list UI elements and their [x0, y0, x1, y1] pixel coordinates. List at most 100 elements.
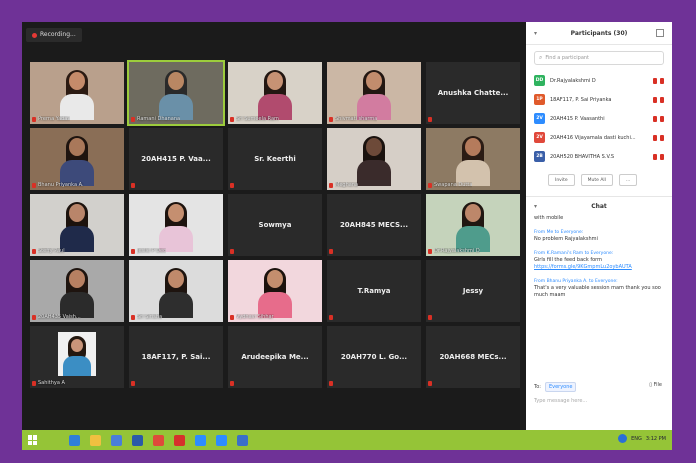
participant-row[interactable]: 2V 20AH415 P. Vaasanthi	[526, 109, 672, 128]
video-tile[interactable]: Bhanu Priyanka A.	[30, 128, 124, 190]
video-tile[interactable]: 18AF117, P. Sai...	[129, 326, 223, 388]
video-off-icon	[660, 134, 664, 141]
chat-link[interactable]: https://forms.gle/9KGmpmLu2oybAUTA	[534, 264, 664, 271]
participant-row-name: 18AF117, P. Sai Priyanka	[550, 96, 612, 103]
system-tray: ENG 3:12 PM	[618, 434, 666, 443]
recording-indicator[interactable]: Recording...	[26, 28, 82, 42]
language-indicator[interactable]: ENG	[631, 436, 642, 442]
chrome-icon[interactable]	[153, 434, 164, 446]
edge-icon[interactable]	[69, 434, 80, 446]
participant-search-field[interactable]: ⌕ Find a participant	[534, 51, 664, 65]
video-tile[interactable]: Dr.Rajyalakshmi D	[426, 194, 520, 256]
chat-sender: From Bhanu Priyanka A. to Everyone:	[534, 279, 618, 284]
participant-video	[357, 136, 391, 186]
video-tile[interactable]: Sowmya	[228, 194, 322, 256]
video-tile[interactable]: Vydhavi Sihhar	[228, 260, 322, 322]
muted-mic-icon	[329, 315, 333, 320]
participant-name: Sri Sirisha	[137, 314, 163, 320]
video-off-icon	[660, 115, 664, 122]
participant-name: Ramani Dhanana	[137, 116, 181, 122]
participant-name: Meghana	[335, 182, 359, 188]
video-tile[interactable]: 20AH668 MECs...	[426, 326, 520, 388]
participant-video	[60, 136, 94, 186]
muted-mic-icon	[131, 249, 135, 254]
muted-mic-icon	[32, 249, 36, 254]
muted-mic-icon	[653, 134, 657, 141]
status-icons	[653, 134, 664, 141]
chat-text: with mobile	[534, 215, 564, 221]
popout-icon[interactable]	[656, 29, 664, 37]
muted-mic-icon	[230, 183, 234, 188]
participant-name: Sri Sumeela Ram	[236, 116, 279, 122]
muted-mic-icon	[329, 249, 333, 254]
video-tile[interactable]: Jeslie P Deo	[129, 194, 223, 256]
zoom-meetings-icon[interactable]	[195, 434, 206, 446]
status-icons	[653, 115, 664, 122]
chat-input[interactable]: Type message here...	[534, 398, 662, 404]
clock[interactable]: 3:12 PM	[646, 436, 666, 442]
recipient-select[interactable]: Everyone	[544, 382, 577, 392]
mute-all-button[interactable]: Mute All	[580, 174, 613, 186]
video-tile[interactable]: Sri Sumeela Ram	[228, 62, 322, 124]
chat-collapse-chevron-icon[interactable]: ▾	[534, 203, 537, 210]
profile-photo	[58, 332, 96, 376]
store-icon[interactable]	[111, 434, 122, 446]
muted-mic-icon	[230, 117, 234, 122]
file-label: File	[653, 382, 662, 388]
help-icon[interactable]	[618, 434, 628, 443]
video-tile[interactable]: T.Ramya	[327, 260, 421, 322]
participant-name: Sr. Keerthi	[254, 155, 296, 163]
zoom-app-icon[interactable]	[216, 434, 227, 446]
participant-row[interactable]: DD Dr.Rajyalakshmi D	[526, 71, 672, 90]
collapse-chevron-icon[interactable]: ▾	[534, 30, 537, 37]
video-tile[interactable]: Sahithya A	[30, 326, 124, 388]
participant-actions: Invite Mute All ...	[526, 166, 672, 194]
word-icon[interactable]	[132, 434, 143, 446]
to-label: To:	[534, 384, 541, 390]
video-tile[interactable]: Sri Sirisha	[129, 260, 223, 322]
zoom-meeting-window: Recording... Prerna Yadav Ramani Dhanana S…	[22, 22, 672, 450]
recording-label: Recording...	[40, 31, 76, 38]
file-explorer-icon[interactable]	[90, 434, 101, 446]
participant-name: Dr.Rajyalakshmi D	[434, 248, 480, 254]
invite-button[interactable]: Invite	[548, 174, 575, 186]
participant-name: Prerna Yadav	[38, 116, 71, 122]
participant-row[interactable]: 2V 20AH416 Vijayamala dasti kuchi...	[526, 128, 672, 147]
record-dot-icon	[32, 32, 37, 38]
more-options-button[interactable]: ...	[618, 174, 638, 186]
side-panel: ▾ Participants (30) ⌕ Find a participant…	[526, 22, 672, 430]
video-tile[interactable]: 20AH845 MECS...	[327, 194, 421, 256]
video-tile[interactable]: 20AH435 Vaish...	[30, 260, 124, 322]
participant-row[interactable]: 2B 20AH520 BHAVITHA S.V.S	[526, 147, 672, 166]
chat-recipient: To: Everyone	[534, 382, 577, 392]
participant-video	[357, 70, 391, 120]
muted-mic-icon	[230, 315, 234, 320]
acrobat-icon[interactable]	[174, 434, 185, 446]
participant-name: Anushka Chatte...	[437, 89, 509, 97]
video-tile[interactable]: 20AH415 P. Vaa...	[129, 128, 223, 190]
video-tile[interactable]: Jessy	[426, 260, 520, 322]
avatar: DD	[534, 75, 545, 86]
search-icon: ⌕	[539, 54, 543, 61]
video-tile[interactable]: Swapana Dutta	[426, 128, 520, 190]
chat-messages: with mobile From Me to Everyone: No proble…	[526, 215, 672, 299]
mail-icon[interactable]	[237, 434, 248, 446]
video-tile[interactable]: Prerna Yadav	[30, 62, 124, 124]
video-off-icon	[660, 96, 664, 103]
video-tile[interactable]: Ramani Dhanana	[127, 60, 225, 126]
video-tile[interactable]: 20AH770 L. Go...	[327, 326, 421, 388]
muted-mic-icon	[131, 381, 135, 386]
video-tile[interactable]: Anushka Chatte...	[426, 62, 520, 124]
file-button[interactable]: ▯ File	[649, 382, 662, 388]
avatar: 2V	[534, 132, 545, 143]
participant-row-name: 20AH415 P. Vaasanthi	[550, 115, 605, 122]
video-tile[interactable]: Meghana	[327, 128, 421, 190]
participant-row[interactable]: 1P 18AF117, P. Sai Priyanka	[526, 90, 672, 109]
video-tile[interactable]: Sr. Keerthi	[228, 128, 322, 190]
video-tile[interactable]: Steffy Paul	[30, 194, 124, 256]
video-tile[interactable]: Arudeepika Me...	[228, 326, 322, 388]
windows-start-icon[interactable]	[28, 435, 38, 445]
participant-video	[60, 70, 94, 120]
muted-mic-icon	[428, 315, 432, 320]
video-tile[interactable]: Shivmati sharma	[327, 62, 421, 124]
